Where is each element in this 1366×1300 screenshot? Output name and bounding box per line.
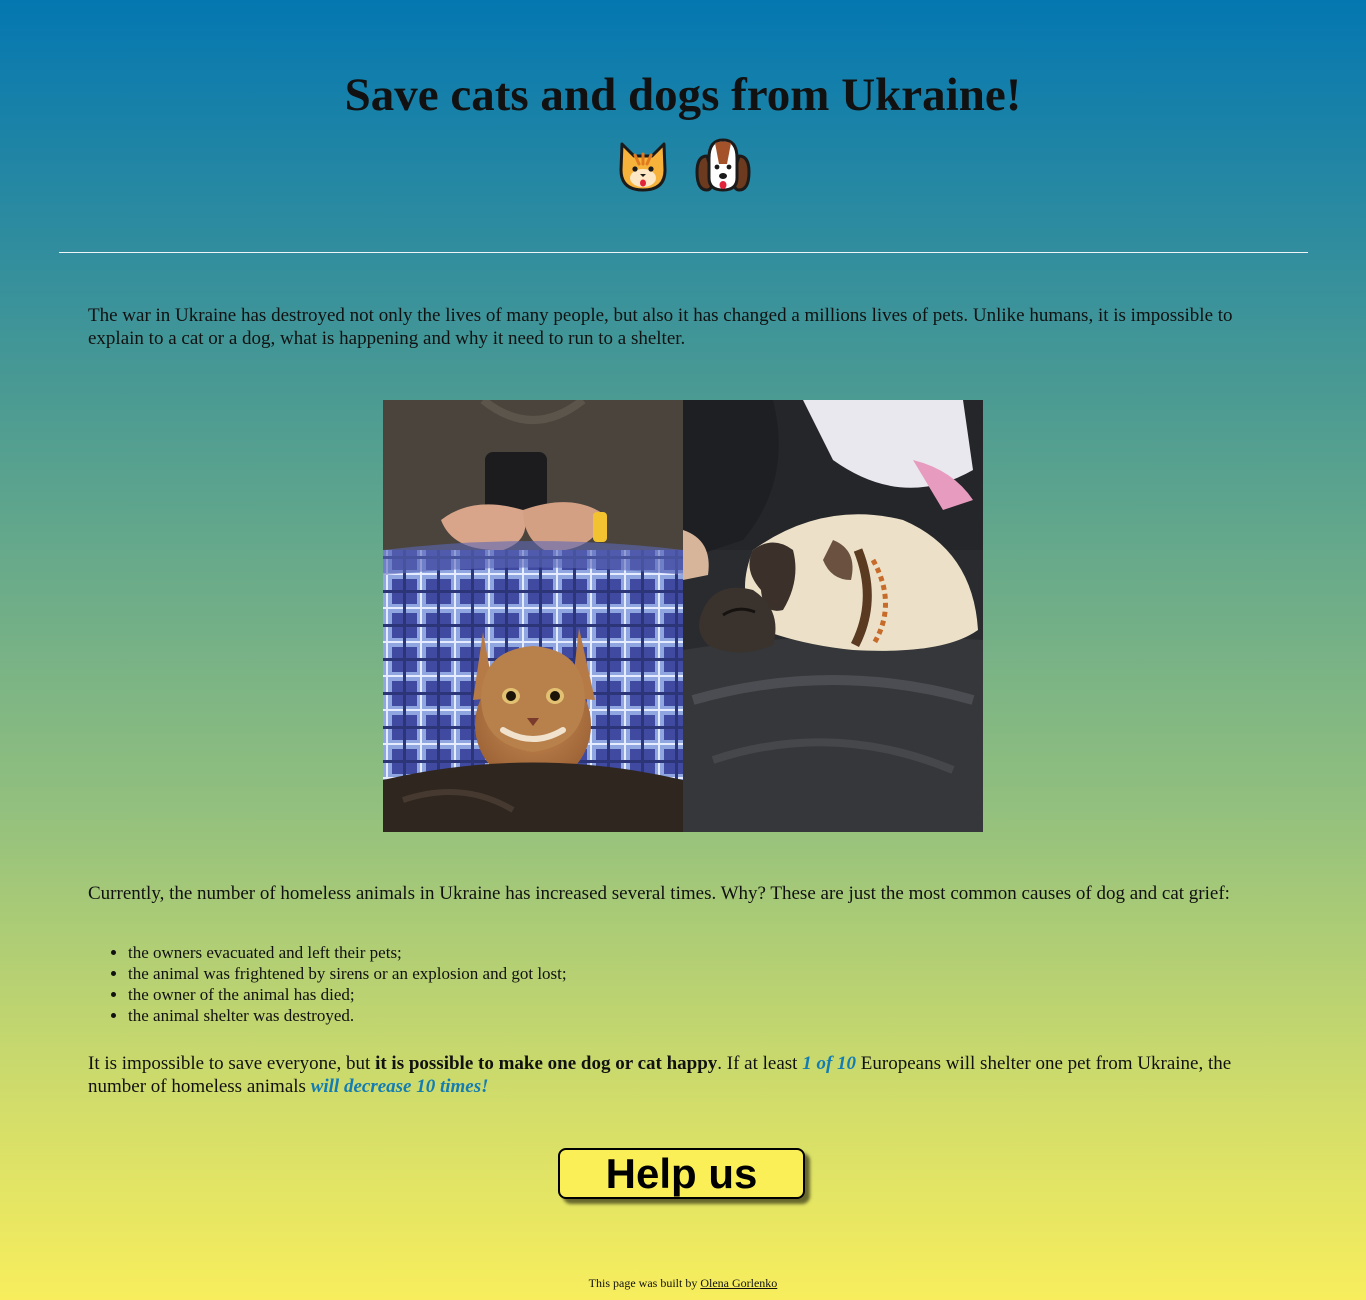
- intro-paragraph: The war in Ukraine has destroyed not onl…: [88, 305, 1233, 349]
- help-us-button[interactable]: Help us: [558, 1148, 805, 1199]
- accent-one-of-ten: 1 of 10: [802, 1053, 857, 1074]
- closing-bold: it is possible to make one dog or cat ha…: [375, 1053, 718, 1074]
- cat-face-icon: [619, 142, 667, 192]
- list-item: the owner of the animal has died;: [128, 984, 567, 1005]
- causes-list: the owners evacuated and left their pets…: [88, 942, 567, 1026]
- causes-intro: Currently, the number of homeless animal…: [88, 883, 1230, 904]
- closing-text: . If at least: [717, 1053, 803, 1074]
- closing-text: It is impossible to save everyone, but: [88, 1053, 376, 1074]
- divider: [59, 252, 1308, 253]
- list-item: the animal was frightened by sirens or a…: [128, 963, 567, 984]
- sleeping-pug-photo: [683, 400, 983, 832]
- author-link[interactable]: Olena Gorlenko: [700, 1276, 777, 1290]
- page-title: Save cats and dogs from Ukraine!: [344, 69, 1022, 121]
- list-item: the owners evacuated and left their pets…: [128, 942, 567, 963]
- photo-collage: [383, 400, 983, 832]
- abyssinian-cat-photo: [383, 400, 683, 832]
- footer-text: This page was built by: [588, 1276, 701, 1290]
- dog-face-icon: [695, 138, 751, 192]
- closing-paragraph: It is impossible to save everyone, but i…: [88, 1052, 1278, 1098]
- list-item: the animal shelter was destroyed.: [128, 1005, 567, 1026]
- emoji-row: [0, 136, 1366, 196]
- footer: This page was built by Olena Gorlenko: [0, 1276, 1366, 1291]
- accent-decrease: will decrease 10 times!: [310, 1076, 489, 1097]
